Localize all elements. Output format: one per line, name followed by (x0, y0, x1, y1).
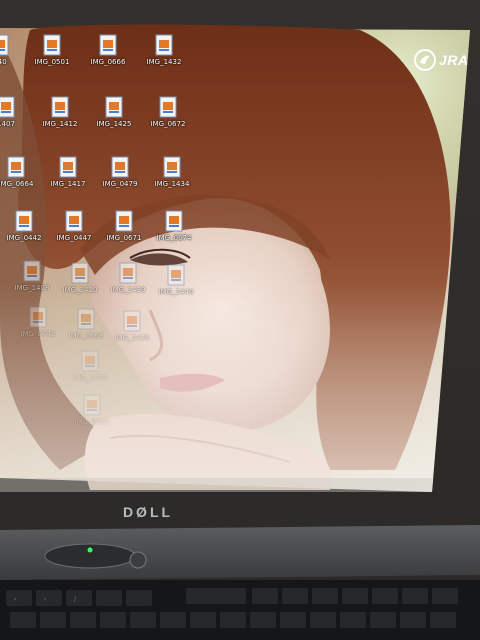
image-file-icon (155, 34, 173, 56)
desktop-icon[interactable]: IMG_0665 (64, 394, 120, 442)
desktop-icon-label: IMG_0665 (74, 418, 110, 426)
image-file-icon (123, 310, 141, 332)
image-file-icon (111, 156, 129, 178)
desktop-icon-label: IMG_0479 (102, 180, 138, 188)
desktop-icon-label: IMG_1439 (110, 286, 146, 294)
desktop-icon-label: IMG_0674 (156, 234, 192, 242)
image-file-icon (65, 210, 83, 232)
desktop-icon-label: IMG_1436 (114, 334, 150, 342)
desktop-icon-label: IMG_1412 (42, 120, 78, 128)
desktop-icon[interactable]: IMG_0447 (46, 210, 102, 258)
desktop-icon-label: IMG_0442 (6, 234, 42, 242)
image-file-icon (0, 34, 9, 56)
jra-horse-logo-icon (414, 49, 436, 71)
desktop-icon-label: 1407 (0, 120, 15, 128)
image-file-icon (15, 210, 33, 232)
image-file-icon (7, 156, 25, 178)
image-file-icon (119, 262, 137, 284)
svg-text:›: › (44, 596, 46, 603)
image-file-icon (163, 156, 181, 178)
image-file-icon (99, 34, 117, 56)
desktop-icon[interactable]: IMG_0479 (92, 156, 148, 204)
desktop-icon-label: IMG_1424 (72, 374, 108, 382)
desktop-icon[interactable]: IMG_0442 (0, 210, 52, 258)
desktop-icon-label: IMG_0501 (34, 58, 70, 66)
desktop-icon[interactable]: IMG_1432 (136, 34, 192, 82)
image-file-icon (159, 96, 177, 118)
desktop-icon-label: IMG_1425 (96, 120, 132, 128)
desktop-icon[interactable]: IMG_1424 (62, 350, 118, 398)
image-file-icon (165, 210, 183, 232)
desktop-icon[interactable]: IMG_1412 (32, 96, 88, 144)
image-file-icon (105, 96, 123, 118)
desktop-icon[interactable]: IMG_1440 (148, 264, 204, 312)
desktop-icon-label: IMG_0447 (56, 234, 92, 242)
desktop-icon[interactable]: IMG_1417 (40, 156, 96, 204)
laptop-brand-logo: DØLL (122, 504, 174, 520)
desktop-icon-label: IMG_1408 (14, 284, 50, 292)
desktop-icon-label: IMG_1410 (62, 286, 98, 294)
image-file-icon (59, 156, 77, 178)
desktop-icon-label: IMG_1440 (158, 288, 194, 296)
desktop-icon-label: 540 (0, 58, 7, 66)
image-file-icon (71, 262, 89, 284)
desktop-icon[interactable]: IMG_0674 (146, 210, 202, 258)
desktop-icon-label: IMG_0664 (0, 180, 34, 188)
desktop-icon[interactable]: IMG_0671 (96, 210, 152, 258)
jra-logo-text: JRA (439, 52, 469, 68)
wallpaper-logo: JRA (414, 47, 469, 73)
desktop-icon-label: IMG_1417 (50, 180, 86, 188)
desktop-icon-label: IMG_1432 (146, 58, 182, 66)
image-file-icon (81, 350, 99, 372)
image-file-icon (115, 210, 133, 232)
desktop-icon-label: IMG_0672 (150, 120, 186, 128)
desktop-icon[interactable]: IMG_0664 (0, 156, 44, 204)
desktop-icon-label: IMG_0442 (20, 330, 56, 338)
image-file-icon (167, 264, 185, 286)
desktop-icon[interactable]: IMG_0666 (80, 34, 136, 82)
image-file-icon (0, 96, 15, 118)
desktop-icon[interactable]: IMG_1434 (144, 156, 200, 204)
desktop-icon[interactable]: 1407 (0, 96, 34, 144)
image-file-icon (83, 394, 101, 416)
desktop-icon-label: IMG_0666 (90, 58, 126, 66)
image-file-icon (29, 306, 47, 328)
image-file-icon (77, 308, 95, 330)
desktop-icon[interactable]: IMG_0672 (140, 96, 196, 144)
desktop-icon-label: IMG_0671 (106, 234, 142, 242)
desktop-icon-label: IMG_0668 (68, 332, 104, 340)
svg-text:‹: ‹ (14, 596, 16, 603)
desktop-icon[interactable]: IMG_1425 (86, 96, 142, 144)
image-file-icon (51, 96, 69, 118)
desktop-icon-label: IMG_1434 (154, 180, 190, 188)
image-file-icon (23, 260, 41, 282)
image-file-icon (43, 34, 61, 56)
desktop-icon[interactable]: IMG_0501 (24, 34, 80, 82)
